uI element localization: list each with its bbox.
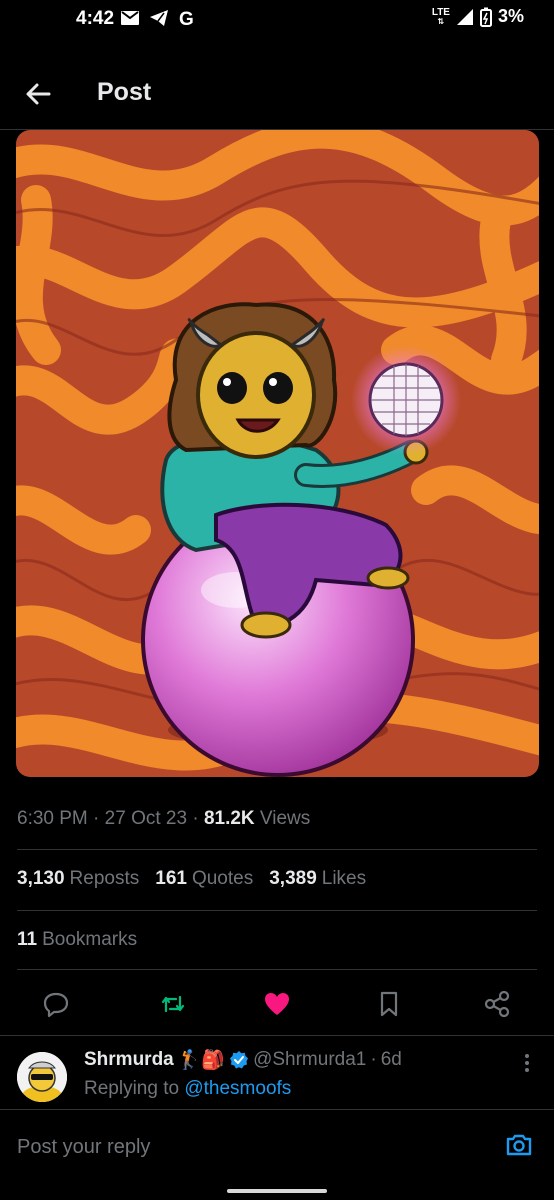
repost-button[interactable] — [158, 989, 188, 1019]
reply-item[interactable]: Shrmurda 🏌🎒 @Shrmurda1 · 6d Replying to … — [0, 1035, 554, 1109]
reply-composer[interactable]: Post your reply — [0, 1109, 554, 1179]
avatar[interactable] — [17, 1052, 67, 1102]
divider — [17, 910, 537, 911]
reply-age: 6d — [380, 1049, 402, 1070]
reposts-stat[interactable]: 3,130 Reposts — [17, 868, 139, 890]
reply-icon — [43, 992, 69, 1018]
like-button[interactable] — [262, 989, 292, 1019]
verified-badge-icon — [230, 1051, 249, 1069]
heart-filled-icon — [265, 993, 289, 1015]
battery-level: 3% — [497, 6, 524, 26]
camera-button[interactable] — [504, 1130, 534, 1160]
share-button[interactable] — [482, 989, 512, 1019]
post-date: 27 Oct 23 — [104, 808, 188, 829]
mail-icon — [121, 11, 139, 25]
bookmark-button[interactable] — [374, 989, 404, 1019]
repost-icon — [161, 995, 185, 1013]
replying-to-prefix: Replying to — [84, 1078, 180, 1099]
bookmarks-stat[interactable]: 11 Bookmarks — [17, 929, 137, 951]
divider — [17, 849, 537, 850]
replying-to-link[interactable]: @thesmoofs — [184, 1078, 291, 1099]
telegram-icon — [150, 10, 168, 26]
likes-stat[interactable]: 3,389 Likes — [269, 868, 366, 890]
status-time: 4:42 — [76, 8, 115, 29]
page-title: Post — [97, 78, 152, 106]
reply-author-name[interactable]: Shrmurda — [84, 1049, 174, 1071]
back-arrow-icon — [26, 83, 51, 105]
network-indicator: LTE ⇅ — [431, 6, 450, 26]
reply-input-placeholder[interactable]: Post your reply — [17, 1136, 150, 1159]
status-bar: 4:42 G LTE ⇅ 3% — [0, 0, 554, 40]
svg-text:G: G — [179, 9, 194, 28]
divider — [17, 969, 537, 970]
camera-icon — [506, 1134, 532, 1156]
status-notification-icons: G — [120, 8, 198, 28]
avatar-image — [17, 1052, 67, 1102]
home-indicator[interactable] — [227, 1189, 327, 1193]
post-timestamp-views: 6:30 PM · 27 Oct 23 · 81.2K Views — [17, 808, 311, 829]
status-system-icons: LTE ⇅ 3% — [432, 6, 524, 27]
views-count: 81.2K — [203, 808, 255, 829]
author-emojis: 🏌🎒 — [177, 1050, 226, 1071]
more-vertical-icon — [525, 1054, 529, 1072]
reply-button[interactable] — [41, 989, 71, 1019]
top-app-bar: Post — [0, 56, 554, 130]
google-icon: G — [179, 9, 194, 28]
post-media-image[interactable] — [16, 130, 539, 777]
post-time: 6:30 PM — [17, 808, 88, 829]
more-options-button[interactable] — [520, 1052, 534, 1074]
share-icon — [484, 990, 510, 1018]
signal-icon — [456, 8, 473, 25]
quotes-stat[interactable]: 161 Quotes — [155, 868, 253, 890]
replying-to-line: Replying to @thesmoofs — [84, 1078, 291, 1100]
battery-icon — [479, 7, 492, 27]
bookmark-icon — [380, 991, 398, 1017]
reply-author-handle: @Shrmurda1 — [253, 1049, 367, 1070]
post-action-bar — [0, 985, 554, 1025]
views-label: Views — [259, 808, 311, 829]
engagement-stats: 3,130 Reposts 161 Quotes 3,389 Likes — [17, 868, 366, 890]
back-button[interactable] — [22, 78, 54, 110]
reply-author-row: Shrmurda 🏌🎒 @Shrmurda1 · 6d — [84, 1049, 402, 1071]
